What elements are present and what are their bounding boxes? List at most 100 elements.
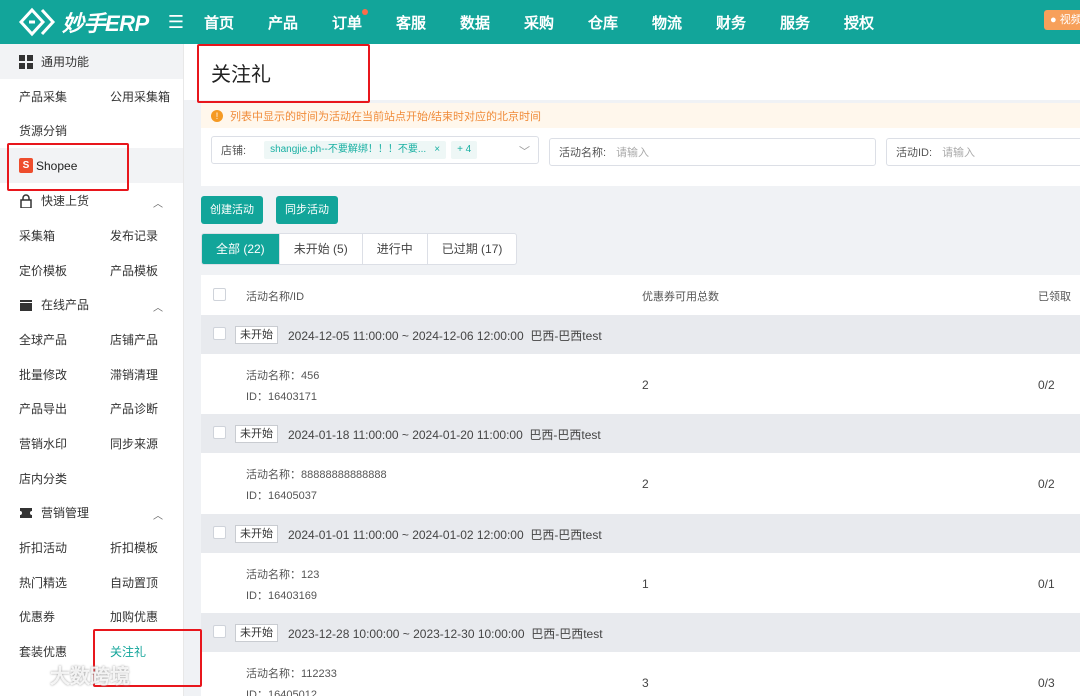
tab-not-started[interactable]: 未开始 (5) [278, 234, 362, 264]
sidebar-item-product-diagnosis[interactable]: 产品诊断 [91, 400, 182, 417]
sidebar-item-marketing-watermark[interactable]: 营销水印 [0, 435, 91, 452]
logo[interactable]: 妙手ERP [0, 0, 160, 44]
sidebar-platform-shopee[interactable]: S Shopee [0, 148, 183, 184]
sidebar-item-coupons[interactable]: 优惠券 [0, 608, 91, 625]
sidebar-item-collect-box[interactable]: 采集箱 [0, 227, 91, 244]
warning-icon: ! [211, 109, 223, 122]
video-button[interactable]: ● 视频 [1044, 10, 1080, 30]
activity-id: ID：16405037 [246, 490, 317, 502]
sidebar-item-discount-template[interactable]: 折扣模板 [91, 539, 182, 556]
notification-dot [362, 8, 368, 15]
nav-item-finance[interactable]: 财务 [716, 12, 780, 33]
page-header: 关注礼 [184, 44, 1080, 100]
nav-item-logistics[interactable]: 物流 [652, 12, 716, 33]
table-row-group: 未开始 2023-12-28 10:00:00 ~ 2023-12-30 10:… [201, 613, 1080, 652]
nav-item-products[interactable]: 产品 [268, 12, 332, 33]
sync-activity-button[interactable]: 同步活动 [276, 196, 338, 224]
column-received: 已领取 [1038, 291, 1071, 303]
nav-item-purchase[interactable]: 采购 [524, 12, 588, 33]
tab-all[interactable]: 全部 (22) [202, 234, 279, 264]
lock-icon [20, 194, 32, 208]
shopee-icon: S [19, 158, 33, 174]
nav-item-service[interactable]: 客服 [396, 12, 460, 33]
sidebar-item-discount-activity[interactable]: 折扣活动 [0, 539, 91, 556]
chevron-up-icon[interactable]: ︿ [153, 299, 163, 314]
coupon-received: 0/3 [1038, 676, 1055, 690]
activity-name-input[interactable]: 活动名称: 请输入 [549, 138, 876, 166]
filter-panel: 店铺: shangjie.ph--不要解绑！！！不要... × + 4 ﹀ 活动名… [201, 128, 1080, 186]
tab-expired[interactable]: 已过期 (17) [426, 234, 517, 264]
logo-icon [18, 7, 56, 37]
sidebar-item-product-collect[interactable]: 产品采集 [0, 88, 91, 105]
row-checkbox[interactable] [213, 526, 226, 539]
activity-id: ID：16405012 [246, 689, 317, 696]
watermark: 大数跨境 [12, 660, 130, 689]
top-navbar: 妙手ERP ☰ 首页 产品 订单 客服 数据 采购 仓库 物流 财务 服务 授权… [0, 0, 1080, 44]
create-activity-button[interactable]: 创建活动 [201, 196, 263, 224]
sidebar-section-marketing[interactable]: 营销管理 ︿ [0, 495, 183, 530]
menu-toggle-icon[interactable]: ☰ [162, 12, 190, 33]
activity-time: 2024-01-18 11:00:00 ~ 2024-01-20 11:00:0… [288, 428, 523, 442]
sidebar-section-common[interactable]: 通用功能 [0, 44, 183, 79]
store-select[interactable]: 店铺: shangjie.ph--不要解绑！！！不要... × + 4 ﹀ [211, 136, 539, 164]
chevron-up-icon[interactable]: ︿ [153, 507, 163, 522]
table-row: 活动名称：112233 ID：16405012 3 0/3 [201, 652, 1080, 696]
sidebar-item-store-category[interactable]: 店内分类 [0, 470, 91, 487]
coupon-total: 2 [642, 477, 649, 491]
nav-item-data[interactable]: 数据 [460, 12, 524, 33]
nav-item-orders[interactable]: 订单 [332, 8, 396, 33]
coupon-total: 2 [642, 378, 649, 392]
sidebar-item-publish-log[interactable]: 发布记录 [91, 227, 182, 244]
coupon-received: 0/1 [1038, 577, 1055, 591]
row-checkbox[interactable] [213, 426, 226, 439]
store-more-tag: + 4 [451, 141, 478, 159]
activity-name: 活动名称：123 [246, 569, 320, 581]
sidebar-item-follow-prize[interactable]: 关注礼 [91, 643, 182, 660]
close-icon[interactable]: × [434, 144, 440, 155]
nav-item-services[interactable]: 服务 [780, 12, 844, 33]
sidebar-section-quick-listing[interactable]: 快速上货 ︿ [0, 183, 183, 218]
row-checkbox[interactable] [213, 625, 226, 638]
select-all-checkbox[interactable] [213, 288, 226, 301]
sidebar-item-sync-source[interactable]: 同步来源 [91, 435, 182, 452]
row-checkbox[interactable] [213, 327, 226, 340]
coupon-received: 0/2 [1038, 477, 1055, 491]
sidebar-item-addon-deal[interactable]: 加购优惠 [91, 608, 182, 625]
sidebar-section-online-products[interactable]: 在线产品 ︿ [0, 287, 183, 322]
coupon-total: 1 [642, 577, 649, 591]
activity-id: ID：16403169 [246, 590, 317, 602]
activity-name: 活动名称：456 [246, 370, 320, 382]
status-badge: 未开始 [235, 326, 278, 344]
column-name-id: 活动名称/ID [246, 291, 305, 303]
coupon-received: 0/2 [1038, 378, 1055, 392]
column-total: 优惠券可用总数 [642, 291, 719, 303]
table-header: 活动名称/ID 优惠券可用总数 已领取 [201, 275, 1080, 315]
clapper-icon [20, 299, 32, 311]
sidebar-item-public-collect-box[interactable]: 公用采集箱 [91, 88, 182, 105]
sidebar-item-auto-pin[interactable]: 自动置顶 [91, 574, 182, 591]
logo-text: 妙手ERP [62, 11, 149, 36]
sidebar-item-unsold-cleanup[interactable]: 滞销清理 [91, 366, 182, 383]
chevron-up-icon[interactable]: ︿ [153, 195, 163, 210]
sidebar-item-source-distribution[interactable]: 货源分销 [0, 122, 91, 139]
table-row: 活动名称：456 ID：16403171 2 0/2 [201, 354, 1080, 414]
tab-in-progress[interactable]: 进行中 [361, 234, 427, 264]
sidebar-item-product-export[interactable]: 产品导出 [0, 400, 91, 417]
chevron-down-icon[interactable]: ﹀ [519, 143, 530, 159]
sidebar-item-global-products[interactable]: 全球产品 [0, 331, 91, 348]
nav-item-authorize[interactable]: 授权 [844, 12, 908, 33]
nav-item-home[interactable]: 首页 [204, 12, 268, 33]
sidebar-item-store-products[interactable]: 店铺产品 [91, 331, 182, 348]
activity-id-input[interactable]: 活动ID: 请输入 [886, 138, 1080, 166]
nav-item-warehouse[interactable]: 仓库 [588, 12, 652, 33]
main-content: 关注礼 ! 列表中显示的时间为活动在当前站点开始/结束时对应的北京时间 店铺: … [184, 44, 1080, 696]
sidebar-item-pricing-template[interactable]: 定价模板 [0, 262, 91, 279]
sidebar-item-hot-picks[interactable]: 热门精选 [0, 574, 91, 591]
status-badge: 未开始 [235, 624, 278, 642]
activity-table: 活动名称/ID 优惠券可用总数 已领取 未开始 2024-12-05 11:00… [201, 275, 1080, 696]
sidebar-item-batch-edit[interactable]: 批量修改 [0, 366, 91, 383]
status-badge: 未开始 [235, 425, 278, 443]
sidebar-item-product-template[interactable]: 产品模板 [91, 262, 182, 279]
sidebar-item-bundle-deal[interactable]: 套装优惠 [0, 643, 91, 660]
table-row: 活动名称：123 ID：16403169 1 0/1 [201, 553, 1080, 613]
